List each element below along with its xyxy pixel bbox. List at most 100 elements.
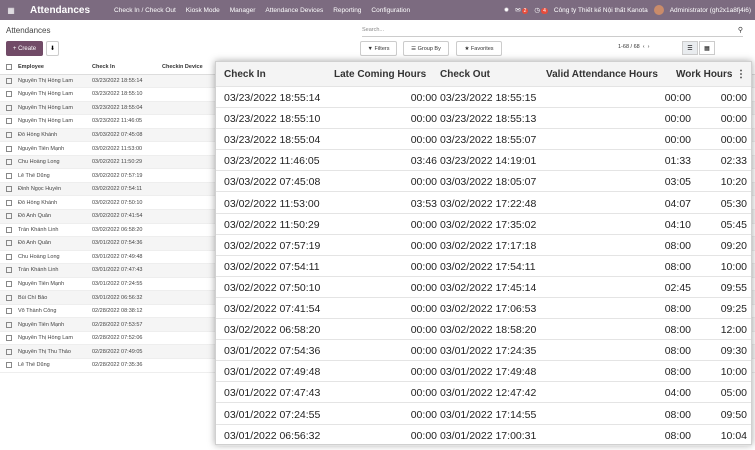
page-title: Attendances	[6, 26, 51, 35]
table-row[interactable]: 03/01/2022 07:49:48 00:00 03/01/2022 17:49…	[216, 361, 751, 383]
work-hours-cell: 10:04	[720, 429, 747, 442]
valid-hours-cell: 00:00	[664, 113, 691, 126]
header-employee[interactable]: Employee	[18, 64, 92, 70]
row-checkbox[interactable]	[6, 199, 12, 206]
check-out-cell: 03/02/2022 17:45:14	[440, 281, 537, 294]
row-checkbox[interactable]	[6, 118, 12, 125]
select-all-checkbox[interactable]	[6, 64, 12, 71]
row-checkbox[interactable]	[6, 362, 12, 369]
search-input[interactable]: Search... ⚲	[362, 27, 743, 37]
optional-columns-icon[interactable]: ⋮	[736, 69, 746, 80]
late-coming-cell: 00:00	[410, 429, 437, 442]
row-checkbox[interactable]	[6, 348, 12, 355]
row-checkbox[interactable]	[6, 321, 12, 328]
list-view-icon[interactable]: ☰	[682, 41, 698, 55]
check-out-cell: 03/02/2022 18:58:20	[440, 324, 537, 337]
table-row[interactable]: 03/23/2022 11:46:05 03:46 03/23/2022 14:19…	[216, 150, 751, 172]
group-by-button[interactable]: ☰ Group By	[403, 41, 449, 56]
menu-check-in-out[interactable]: Check In / Check Out	[114, 7, 176, 14]
check-out-cell: 03/01/2022 17:14:55	[440, 408, 537, 421]
check-in-cell: 03/02/2022 07:57:19	[224, 239, 321, 252]
check-in-cell: 03/23/2022 11:46:05	[224, 155, 320, 168]
zoom-header-check-in[interactable]: Check In	[224, 69, 266, 80]
zoom-header-work-hours[interactable]: Work Hours	[676, 69, 733, 80]
work-hours-cell: 10:20	[720, 176, 747, 189]
check-in-cell: 03/01/2022 07:49:48	[224, 366, 321, 379]
row-checkbox[interactable]	[6, 104, 12, 111]
menu-reporting[interactable]: Reporting	[333, 7, 361, 14]
header-check-in[interactable]: Check In	[92, 64, 162, 70]
download-icon[interactable]: ⬇	[46, 41, 59, 56]
activity-icon[interactable]: ◷ 4	[534, 6, 548, 14]
filters-button[interactable]: ▼ Filters	[360, 41, 397, 56]
valid-hours-cell: 08:00	[664, 324, 691, 337]
menu-manager[interactable]: Manager	[230, 7, 256, 14]
kanban-view-icon[interactable]: ▦	[699, 41, 715, 55]
row-checkbox[interactable]	[6, 267, 12, 274]
bug-icon[interactable]: ✹	[504, 6, 509, 14]
user-avatar[interactable]	[653, 5, 664, 15]
row-checkbox[interactable]	[6, 308, 12, 315]
work-hours-cell: 10:00	[720, 366, 747, 379]
row-checkbox[interactable]	[6, 294, 12, 301]
header-checkin-device[interactable]: Checkin Device	[162, 64, 222, 70]
row-checkbox[interactable]	[6, 132, 12, 138]
row-checkbox[interactable]	[6, 145, 12, 152]
table-row[interactable]: 03/02/2022 07:54:11 00:00 03/02/2022 17:54…	[216, 256, 751, 277]
check-in-cell: 03/02/2022 07:50:10	[92, 199, 143, 206]
check-out-cell: 03/01/2022 12:47:42	[440, 387, 537, 400]
menu-configuration[interactable]: Configuration	[371, 7, 410, 14]
zoom-header-late-coming[interactable]: Late Coming Hours	[334, 69, 426, 80]
table-row[interactable]: 03/23/2022 18:55:14 00:00 03/23/2022 18:55…	[216, 87, 751, 108]
table-row[interactable]: 03/02/2022 11:53:00 03:53 03/02/2022 17:22…	[216, 193, 751, 214]
menu-kiosk-mode[interactable]: Kiosk Mode	[186, 7, 220, 14]
app-brand[interactable]: Attendances	[30, 5, 90, 16]
pager-value[interactable]: 1-68 / 68	[618, 44, 640, 50]
table-row[interactable]: 03/03/2022 07:45:08 00:00 03/03/2022 18:05…	[216, 171, 751, 193]
table-row[interactable]: 03/01/2022 07:54:36 00:00 03/01/2022 17:24…	[216, 340, 751, 362]
row-checkbox[interactable]	[6, 159, 12, 166]
favorites-button[interactable]: ★ Favorites	[456, 41, 502, 56]
check-in-cell: 03/02/2022 07:41:54	[92, 213, 143, 220]
company-switcher[interactable]: Công ty Thiết kế Nội thất Kanota	[554, 7, 648, 14]
search-icon[interactable]: ⚲	[738, 26, 743, 34]
apps-menu-icon[interactable]: ▦	[4, 0, 18, 20]
create-button[interactable]: + Create	[6, 41, 43, 56]
table-row[interactable]: 03/02/2022 07:57:19 00:00 03/02/2022 17:17…	[216, 235, 751, 256]
chat-icon[interactable]: ✉ 2	[515, 6, 529, 14]
row-checkbox[interactable]	[6, 240, 12, 247]
table-row[interactable]: 03/02/2022 07:41:54 00:00 03/02/2022 17:06…	[216, 298, 751, 319]
row-checkbox[interactable]	[6, 213, 12, 220]
row-checkbox[interactable]	[6, 253, 12, 260]
table-row[interactable]: 03/23/2022 18:55:10 00:00 03/23/2022 18:55…	[216, 108, 751, 130]
menu-attendance-devices[interactable]: Attendance Devices	[265, 7, 323, 14]
row-checkbox[interactable]	[6, 281, 12, 288]
row-checkbox[interactable]	[6, 172, 12, 179]
row-checkbox[interactable]	[6, 91, 12, 98]
zoom-header-valid-hours[interactable]: Valid Attendance Hours	[546, 69, 658, 80]
check-out-cell: 03/02/2022 17:06:53	[440, 303, 537, 315]
row-checkbox[interactable]	[6, 335, 12, 342]
table-row[interactable]: 03/02/2022 06:58:20 00:00 03/02/2022 18:58…	[216, 319, 751, 341]
valid-hours-cell: 02:45	[664, 281, 691, 294]
zoom-header-check-out[interactable]: Check Out	[440, 69, 490, 80]
row-checkbox[interactable]	[6, 77, 12, 84]
zoomed-attendance-table: Check In Late Coming Hours Check Out Val…	[215, 61, 752, 446]
table-row[interactable]: 03/01/2022 07:24:55 00:00 03/01/2022 17:14…	[216, 404, 751, 425]
check-out-cell: 03/23/2022 18:55:07	[440, 134, 537, 147]
create-button-label: Create	[18, 45, 37, 52]
row-checkbox[interactable]	[6, 226, 12, 233]
check-in-cell: 03/01/2022 07:24:55	[224, 408, 321, 421]
table-row[interactable]: 03/23/2022 18:55:04 00:00 03/23/2022 18:55…	[216, 129, 751, 151]
table-row[interactable]: 03/02/2022 11:50:29 00:00 03/02/2022 17:35…	[216, 214, 751, 235]
table-row[interactable]: 03/01/2022 07:47:43 00:00 03/01/2022 12:47…	[216, 382, 751, 404]
table-row[interactable]: 03/01/2022 06:56:32 00:00 03/01/2022 17:00…	[216, 425, 751, 446]
pager[interactable]: 1-68 / 68 ‹ ›	[618, 44, 650, 50]
user-menu[interactable]: Administrator (gh2x1a8fj4i6)	[670, 7, 751, 14]
employee-cell: Nguyễn Thị Hồng Lam	[18, 77, 73, 84]
valid-hours-cell: 08:00	[664, 303, 691, 315]
late-coming-cell: 00:00	[410, 113, 437, 126]
table-row[interactable]: 03/02/2022 07:50:10 00:00 03/02/2022 17:45…	[216, 277, 751, 298]
row-checkbox[interactable]	[6, 186, 12, 193]
employee-cell: Nguyễn Tiến Mạnh	[18, 281, 65, 288]
